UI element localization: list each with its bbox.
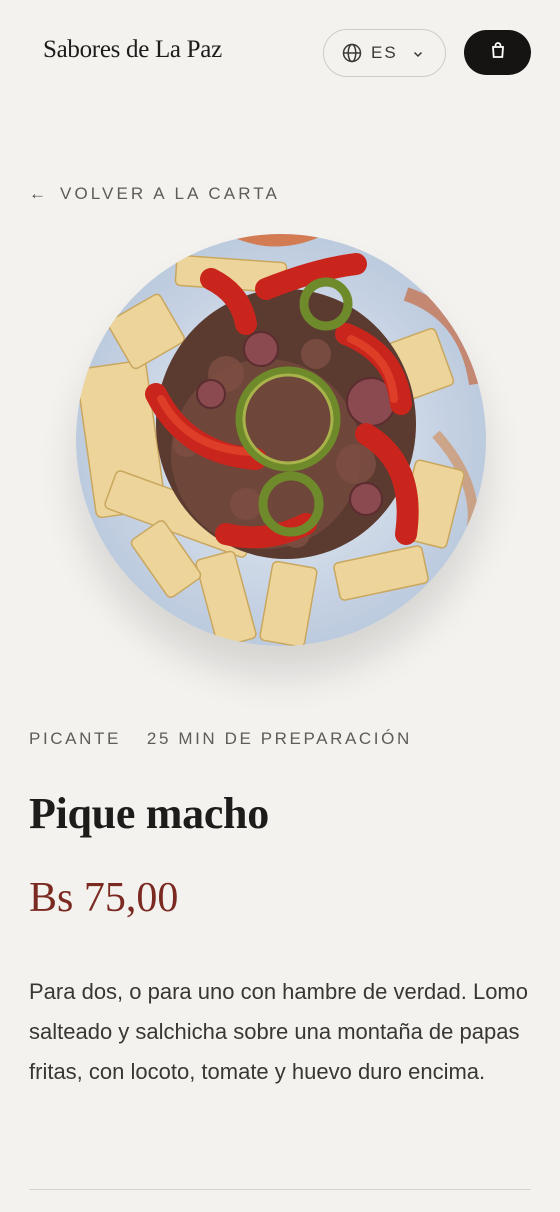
dish-price: Bs 75,00 bbox=[29, 875, 179, 921]
cart-button[interactable] bbox=[464, 30, 531, 75]
language-selector[interactable]: ES bbox=[323, 29, 446, 77]
site-header: Sabores de La Paz ES bbox=[0, 0, 560, 105]
language-code: ES bbox=[371, 43, 398, 62]
shopping-bag-icon bbox=[490, 41, 506, 64]
back-link-label: VOLVER A LA CARTA bbox=[60, 184, 280, 203]
divider bbox=[29, 1189, 531, 1190]
dish-description: Para dos, o para uno con hambre de verda… bbox=[29, 979, 528, 1084]
arrow-left-icon: ← bbox=[29, 184, 46, 203]
dish-title: Pique macho bbox=[29, 789, 269, 838]
dish-image-container bbox=[76, 234, 486, 646]
tag-spicy: PICANTE bbox=[29, 729, 121, 748]
dish-image bbox=[76, 234, 486, 646]
dish-tags: PICANTE 25 MIN DE PREPARACIÓN bbox=[29, 729, 412, 749]
brand-logo[interactable]: Sabores de La Paz bbox=[43, 36, 222, 64]
back-to-menu-link[interactable]: ← VOLVER A LA CARTA bbox=[29, 184, 280, 204]
tag-prep-time: 25 MIN DE PREPARACIÓN bbox=[146, 729, 412, 748]
chevron-down-icon bbox=[412, 47, 424, 59]
globe-icon bbox=[342, 43, 362, 63]
